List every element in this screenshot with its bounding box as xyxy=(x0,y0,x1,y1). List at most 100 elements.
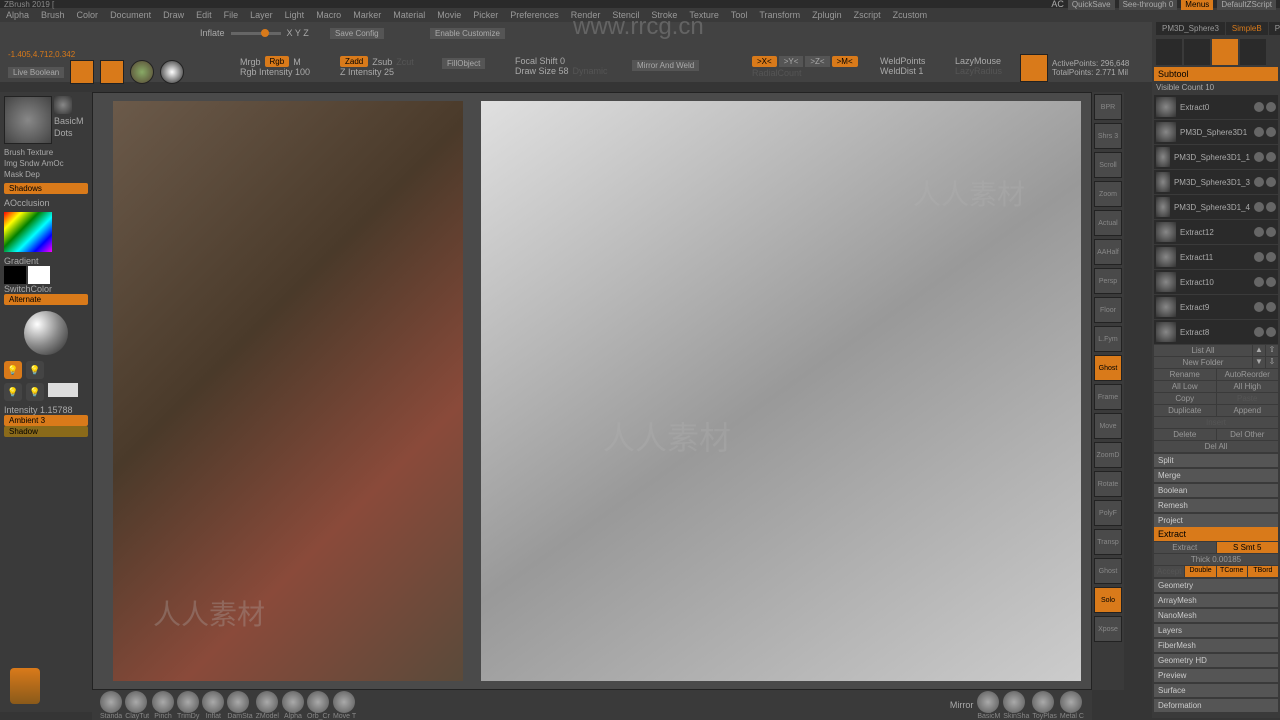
brush-preset-icon[interactable] xyxy=(333,691,355,713)
menu-edit[interactable]: Edit xyxy=(196,10,212,20)
ssmt-slider[interactable]: S Smt 5 xyxy=(1217,542,1279,553)
subtool-item[interactable]: Extract11 xyxy=(1154,245,1278,269)
persp-button[interactable]: Persp xyxy=(1094,268,1122,294)
append-button[interactable]: Append xyxy=(1217,405,1279,416)
remesh-section[interactable]: Remesh xyxy=(1154,499,1278,512)
polypaint-icon[interactable] xyxy=(1266,277,1276,287)
tool-thumb-2[interactable] xyxy=(1184,39,1210,65)
polypaint-icon[interactable] xyxy=(1266,327,1276,337)
canvas-viewport[interactable]: www.rrcg.cn 人人素材 人人素材 人人素材 xyxy=(92,92,1092,690)
dep-button[interactable]: Dep xyxy=(25,170,40,179)
panel-section[interactable]: Surface xyxy=(1154,684,1278,697)
zcut-label[interactable]: Zcut xyxy=(396,57,414,67)
shadow-toggle[interactable]: Shadow xyxy=(4,426,88,437)
amoc-button[interactable]: AmOc xyxy=(41,159,63,168)
primary-color-swatch[interactable] xyxy=(28,266,50,284)
polypaint-icon[interactable] xyxy=(1266,177,1276,187)
menu-stroke[interactable]: Stroke xyxy=(651,10,677,20)
ambient-slider[interactable]: Ambient 3 xyxy=(4,415,88,426)
del-other-button[interactable]: Del Other xyxy=(1217,429,1279,440)
panel-section[interactable]: Layers xyxy=(1154,624,1278,637)
owl-icon[interactable] xyxy=(10,668,40,704)
tool-tab-1[interactable]: PM3D_Sphere3 xyxy=(1156,22,1225,35)
sculpt-mesh[interactable] xyxy=(481,101,1081,681)
visibility-icon[interactable] xyxy=(1254,252,1264,262)
solo-button[interactable]: Solo xyxy=(1094,587,1122,613)
arrow-up-icon[interactable]: ▲ xyxy=(1253,345,1265,356)
menu-zcustom[interactable]: Zcustom xyxy=(893,10,928,20)
visibility-icon[interactable] xyxy=(1254,177,1264,187)
move-up-icon[interactable]: ⇧ xyxy=(1266,345,1278,356)
zadd-button[interactable]: Zadd xyxy=(340,56,368,67)
paste-button[interactable]: Paste xyxy=(1217,393,1279,404)
polypaint-icon[interactable] xyxy=(1266,202,1276,212)
all-high-button[interactable]: All High xyxy=(1217,381,1279,392)
light-4-icon[interactable]: 💡 xyxy=(26,383,44,401)
polyf-button[interactable]: PolyF xyxy=(1094,500,1122,526)
welddist-slider[interactable]: WeldDist 1 xyxy=(880,66,925,76)
material-preview-icon[interactable] xyxy=(130,60,154,84)
intensity-slider[interactable]: Intensity 1.15788 xyxy=(4,405,88,415)
weldpoints-button[interactable]: WeldPoints xyxy=(880,56,925,66)
actual-button[interactable]: Actual xyxy=(1094,210,1122,236)
enable-customize-button[interactable]: Enable Customize xyxy=(430,28,505,39)
polypaint-icon[interactable] xyxy=(1266,127,1276,137)
draw-icon[interactable] xyxy=(100,60,124,84)
draw-size-slider[interactable]: Draw Size 58 xyxy=(515,66,569,76)
quicksave-button[interactable]: QuickSave xyxy=(1068,0,1115,10)
aahalf-button[interactable]: AAHalf xyxy=(1094,239,1122,265)
fillobject-button[interactable]: FillObject xyxy=(442,58,485,69)
visibility-icon[interactable] xyxy=(1254,152,1264,162)
sym-y-button[interactable]: >Y< xyxy=(779,56,804,67)
rotate-button[interactable]: Rotate xyxy=(1094,471,1122,497)
menu-macro[interactable]: Macro xyxy=(316,10,341,20)
ghost-button[interactable]: Ghost xyxy=(1094,355,1122,381)
panel-section[interactable]: Geometry xyxy=(1154,579,1278,592)
menu-render[interactable]: Render xyxy=(571,10,601,20)
rgb-intensity-slider[interactable]: Rgb Intensity 100 xyxy=(240,67,310,77)
zsub-label[interactable]: Zsub xyxy=(372,57,392,67)
material-preset-icon[interactable] xyxy=(977,691,999,713)
rename-button[interactable]: Rename xyxy=(1154,369,1216,380)
menu-picker[interactable]: Picker xyxy=(473,10,498,20)
visibility-icon[interactable] xyxy=(1254,327,1264,337)
panel-section[interactable]: NanoMesh xyxy=(1154,609,1278,622)
transp-button[interactable]: Transp xyxy=(1094,529,1122,555)
menu-light[interactable]: Light xyxy=(285,10,305,20)
menu-color[interactable]: Color xyxy=(77,10,99,20)
light-swatch[interactable] xyxy=(48,383,78,397)
polypaint-icon[interactable] xyxy=(1266,227,1276,237)
subtool-item[interactable]: PM3D_Sphere3D1_1 xyxy=(1154,145,1278,169)
move-button[interactable]: Move xyxy=(1094,413,1122,439)
menus-button[interactable]: Menus xyxy=(1181,0,1213,10)
menu-draw[interactable]: Draw xyxy=(163,10,184,20)
bpr-button[interactable]: BPR xyxy=(1094,94,1122,120)
save-config-button[interactable]: Save Config xyxy=(330,28,384,39)
tbord-button[interactable]: TBord xyxy=(1248,566,1278,577)
matcap-icon[interactable] xyxy=(160,60,184,84)
accept-button[interactable]: Accept xyxy=(1154,566,1184,577)
project-section[interactable]: Project xyxy=(1154,514,1278,527)
menu-tool[interactable]: Tool xyxy=(731,10,748,20)
brush-preset-icon[interactable] xyxy=(282,691,304,713)
scroll-button[interactable]: Scroll xyxy=(1094,152,1122,178)
sym-z-button[interactable]: >Z< xyxy=(805,56,829,67)
shadows-toggle[interactable]: Shadows xyxy=(4,183,88,194)
brush-preset-icon[interactable] xyxy=(307,691,329,713)
mrgb-label[interactable]: Mrgb xyxy=(240,57,261,67)
localsym-button[interactable]: L.Fym xyxy=(1094,326,1122,352)
switchcolor-button[interactable]: SwitchColor xyxy=(4,284,88,294)
secondary-color-swatch[interactable] xyxy=(4,266,26,284)
dynamic-label[interactable]: Dynamic xyxy=(573,66,608,76)
new-folder-button[interactable]: New Folder xyxy=(1154,357,1252,368)
zscript-button[interactable]: DefaultZScript xyxy=(1217,0,1276,10)
brush-preset-icon[interactable] xyxy=(202,691,224,713)
menu-preferences[interactable]: Preferences xyxy=(510,10,559,20)
sym-x-button[interactable]: >X< xyxy=(752,56,777,67)
radial-count-label[interactable]: RadialCount xyxy=(752,68,802,78)
panel-section[interactable]: Deformation xyxy=(1154,699,1278,712)
tool-tab-2[interactable]: SimpleB xyxy=(1226,22,1268,35)
panel-section[interactable]: FiberMesh xyxy=(1154,639,1278,652)
visibility-icon[interactable] xyxy=(1254,102,1264,112)
subtool-item[interactable]: PM3D_Sphere3D1_3 xyxy=(1154,170,1278,194)
